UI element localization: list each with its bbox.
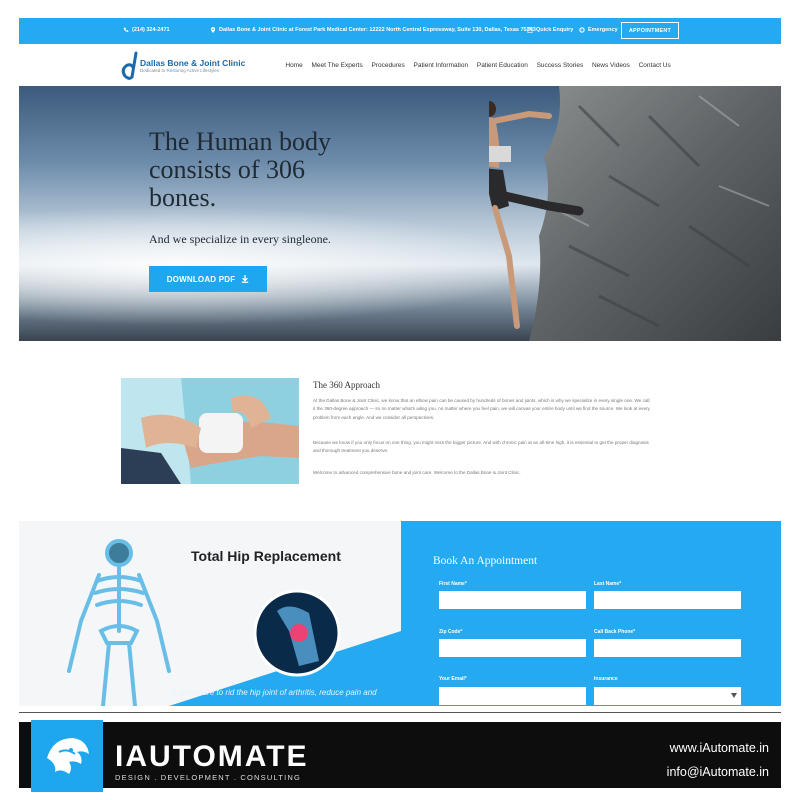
- last-name-label: Last Name*: [594, 581, 622, 587]
- website-mockup: (214) 324-2471 Dallas Bone & Joint Clini…: [19, 18, 781, 706]
- nav-menu: Home Meet The Experts Procedures Patient…: [281, 62, 675, 69]
- chevron-down-icon: [731, 693, 737, 698]
- phone-number: (214) 324-2471: [132, 27, 170, 33]
- nav-item-contact-us[interactable]: Contact Us: [634, 62, 675, 69]
- last-name-field[interactable]: [594, 591, 741, 609]
- approach-paragraph-2: Because we know if you only focus on one…: [313, 440, 649, 454]
- first-name-label: First Name*: [439, 581, 467, 587]
- nav-item-patient-education[interactable]: Patient Education: [472, 62, 532, 69]
- top-info-bar: (214) 324-2471 Dallas Bone & Joint Clini…: [19, 18, 781, 44]
- iautomate-email[interactable]: info@iAutomate.in: [667, 760, 769, 784]
- approach-paragraph-1: At the Dallas Bone & Joint Clinic, we kn…: [313, 398, 650, 420]
- emergency-icon: [579, 27, 585, 33]
- iautomate-brand-bar: IAUTOMATE DESIGN . DEVELOPMENT . CONSULT…: [19, 720, 781, 792]
- book-appointment-form: Book An Appointment First Name* Last Nam…: [401, 521, 781, 706]
- knee-exam-illustration: [121, 378, 299, 484]
- iautomate-website[interactable]: www.iAutomate.in: [667, 736, 769, 760]
- nav-item-news-videos[interactable]: News Videos: [588, 62, 635, 69]
- phone-contact[interactable]: (214) 324-2471: [123, 27, 170, 33]
- first-name-field[interactable]: [439, 591, 586, 609]
- logo-mark-icon: [121, 51, 138, 80]
- hero-headline-line-2: consists of 306: [149, 155, 305, 184]
- nav-item-home[interactable]: Home: [281, 62, 307, 69]
- hero-banner: The Human body consists of 306 bones. An…: [19, 86, 781, 341]
- call-back-phone-field[interactable]: [594, 639, 741, 657]
- book-appointment-title: Book An Appointment: [433, 555, 538, 567]
- address-contact: Dallas Bone & Joint Clinic at Forest Par…: [210, 27, 536, 33]
- appointment-button[interactable]: APPOINTMENT: [621, 22, 679, 39]
- nav-item-meet-the-experts[interactable]: Meet The Experts: [307, 62, 367, 69]
- hip-and-booking-section: Total Hip Replacement A procedure to rid…: [19, 521, 781, 706]
- map-pin-icon: [210, 27, 216, 33]
- nav-item-procedures[interactable]: Procedures: [367, 62, 409, 69]
- download-pdf-button[interactable]: DOWNLOAD PDF: [149, 266, 267, 292]
- iautomate-tagline: DESIGN . DEVELOPMENT . CONSULTING: [115, 773, 302, 782]
- iautomate-logo: [31, 720, 103, 792]
- hero-headline: The Human body consists of 306 bones.: [149, 128, 429, 212]
- address-text: Dallas Bone & Joint Clinic at Forest Par…: [219, 27, 536, 33]
- download-pdf-label: DOWNLOAD PDF: [166, 274, 236, 284]
- quick-enquiry-link[interactable]: Quick Enquiry: [527, 27, 573, 33]
- hero-subheadline: And we specialize in every singleone.: [149, 232, 331, 246]
- email-field[interactable]: [439, 687, 586, 705]
- footer-divider: [19, 712, 781, 713]
- zip-code-label: Zip Code*: [439, 629, 463, 635]
- approach-paragraph-3: Welcome to advanced comprehensive bone a…: [313, 470, 521, 475]
- hip-replacement-description: A procedure to rid the hip joint of arth…: [171, 688, 377, 697]
- phone-icon: [123, 27, 129, 32]
- rock-climber-image: [489, 86, 781, 341]
- lion-head-icon: [47, 738, 89, 774]
- hip-replacement-title: Total Hip Replacement: [191, 548, 341, 564]
- nav-item-patient-information[interactable]: Patient Information: [409, 62, 472, 69]
- logo-tagline: Dedicated to Restoring Active Lifestyles: [140, 68, 220, 73]
- iautomate-contact: www.iAutomate.in info@iAutomate.in: [667, 736, 769, 784]
- approach-title: The 360 Approach: [313, 380, 380, 390]
- download-icon: [242, 275, 249, 283]
- document-icon: [527, 27, 533, 33]
- nav-item-success-stories[interactable]: Success Stories: [532, 62, 587, 69]
- insurance-label: Insurance: [594, 676, 618, 682]
- logo-name: Dallas Bone & Joint Clinic: [140, 58, 246, 68]
- emergency-link[interactable]: Emergency: [579, 27, 618, 33]
- zip-code-field[interactable]: [439, 639, 586, 657]
- hero-headline-line-1: The Human body: [149, 127, 331, 156]
- knee-examination-photo: [121, 378, 299, 484]
- insurance-select[interactable]: [594, 687, 741, 705]
- hero-clouds-image: [19, 206, 539, 326]
- emergency-label: Emergency: [588, 27, 618, 33]
- hero-headline-line-3: bones.: [149, 183, 217, 212]
- main-navbar: Dallas Bone & Joint Clinic Dedicated to …: [19, 44, 781, 86]
- hip-replacement-panel: Total Hip Replacement A procedure to rid…: [19, 521, 401, 706]
- quick-enquiry-label: Quick Enquiry: [536, 27, 574, 33]
- clinic-logo[interactable]: Dallas Bone & Joint Clinic Dedicated to …: [120, 51, 245, 81]
- call-back-phone-label: Call Back Phone*: [594, 629, 636, 635]
- approach-section: The 360 Approach At the Dallas Bone & Jo…: [19, 341, 781, 521]
- iautomate-wordmark: IAUTOMATE: [115, 740, 309, 773]
- email-label: Your Email*: [439, 676, 467, 682]
